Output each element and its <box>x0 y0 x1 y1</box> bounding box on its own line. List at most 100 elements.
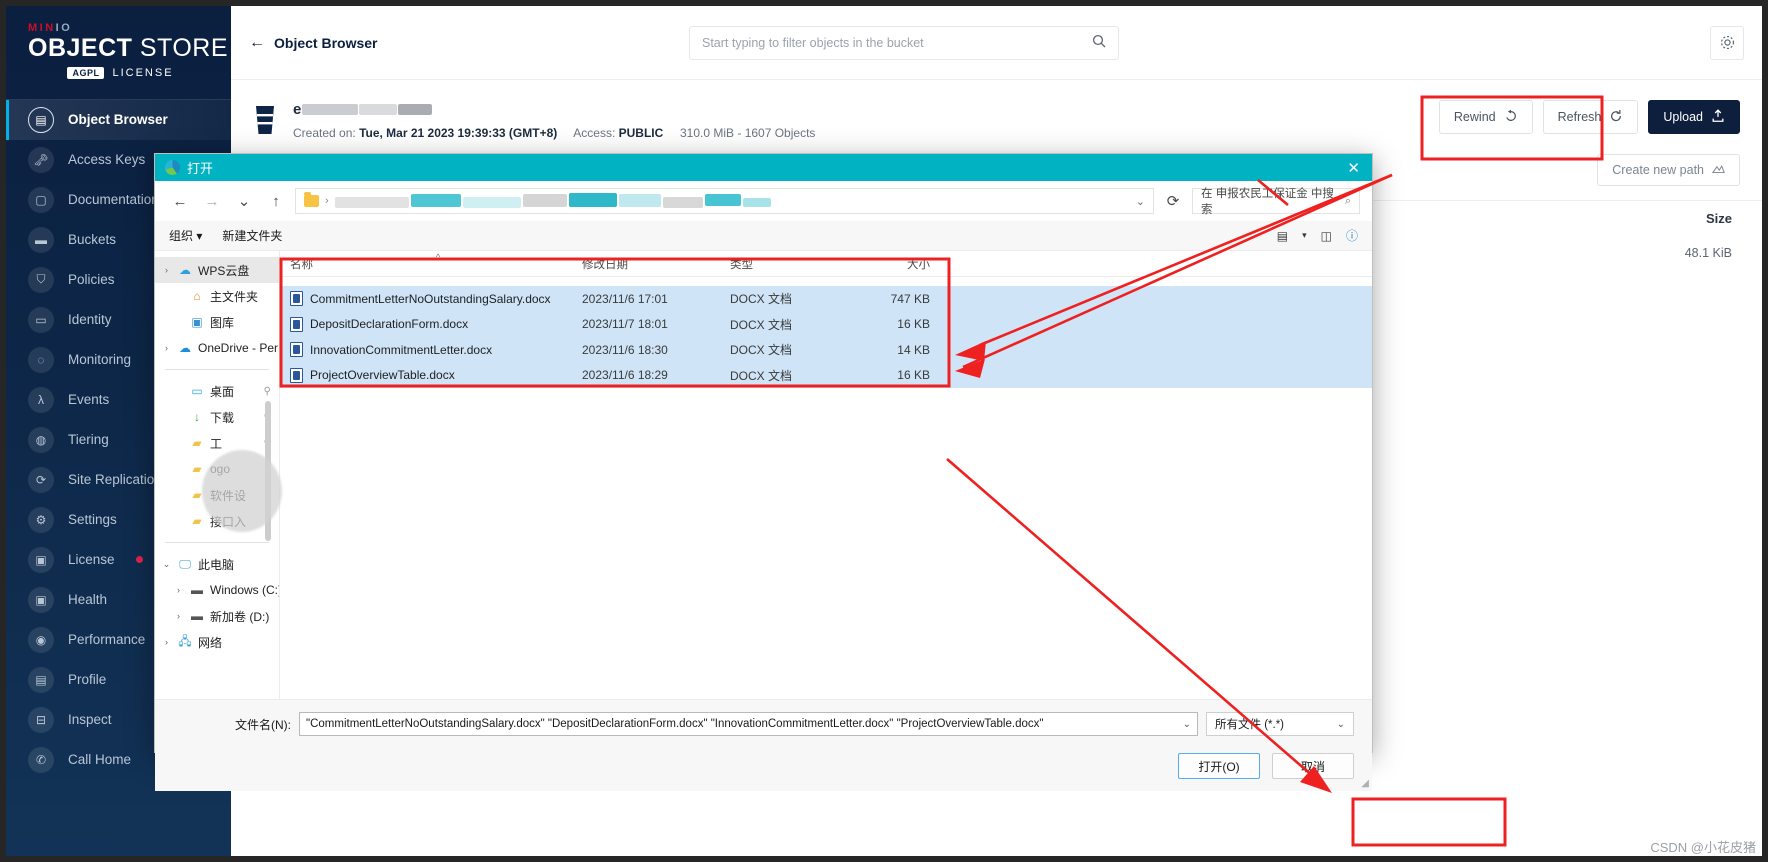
nav-up-button[interactable]: ↑ <box>263 188 289 214</box>
column-header-type[interactable]: 类型 <box>720 256 832 272</box>
tree-expander-icon[interactable]: › <box>173 611 184 621</box>
tree-expander-icon[interactable]: › <box>161 265 172 275</box>
file-date: 2023/11/6 18:30 <box>582 342 668 357</box>
preview-pane-icon[interactable]: ◫ <box>1321 229 1332 243</box>
tree-item-2[interactable]: ▣ 图库 <box>155 309 279 335</box>
network-icon: 🖧 <box>178 633 192 648</box>
sidebar-item-label: Inspect <box>68 712 112 727</box>
column-header-name[interactable]: 名称 <box>280 256 572 272</box>
tree-item-label: 下载 <box>210 410 235 425</box>
view-caret-icon[interactable]: ▾ <box>1302 230 1307 241</box>
filename-label: 文件名(N): <box>235 717 291 732</box>
sidebar-item-label: Buckets <box>68 232 117 247</box>
tree-expander-icon[interactable]: ⌄ <box>161 559 172 570</box>
column-header-date[interactable]: 修改日期 <box>572 256 720 272</box>
drive-icon: ▬ <box>191 609 203 623</box>
tree-item-14[interactable]: › ▬ 新加卷 (D:) <box>155 603 279 629</box>
new-folder-button[interactable]: 新建文件夹 <box>222 227 282 244</box>
created-on-label: Created on: <box>293 126 356 140</box>
sidebar-item-label: Monitoring <box>68 352 132 367</box>
tree-separator <box>165 369 269 370</box>
file-type-filter[interactable]: 所有文件 (*.*) ⌄ <box>1206 712 1354 736</box>
docx-file-icon <box>290 316 303 332</box>
resize-grip-icon[interactable]: ◢ <box>1361 778 1369 789</box>
column-header-size[interactable]: 大小 <box>832 256 942 272</box>
tree-item-label: 图库 <box>210 315 235 330</box>
file-name: InnovationCommitmentLetter.docx <box>310 342 493 357</box>
file-type: DOCX 文档 <box>730 368 793 383</box>
object-filter-input[interactable]: Start typing to filter objects in the bu… <box>689 25 1119 60</box>
sidebar-item-label: Profile <box>68 672 107 687</box>
file-size: 16 KB <box>897 368 930 383</box>
nav-back-button[interactable]: ← <box>167 188 193 214</box>
sidebar-item-label: Call Home <box>68 752 132 767</box>
tree-item-label: OneDrive - Per <box>198 341 279 355</box>
file-row[interactable]: InnovationCommitmentLetter.docx 2023/11/6… <box>280 337 1372 363</box>
tree-item-1[interactable]: ⌂ 主文件夹 <box>155 283 279 309</box>
file-date: 2023/11/6 18:29 <box>582 368 668 383</box>
tree-item-13[interactable]: › ▬ Windows (C:) <box>155 577 279 603</box>
address-bar[interactable]: › ⌄ <box>295 188 1154 214</box>
cancel-button[interactable]: 取消 <box>1272 753 1354 779</box>
license-alert-dot <box>135 556 143 563</box>
open-button[interactable]: 打开(O) <box>1178 753 1260 779</box>
bucket-meta: e Created on: Tue, Mar 21 2023 19:39:33 … <box>293 100 815 141</box>
file-size: 747 KB <box>890 291 930 306</box>
tree-item-3[interactable]: › ☁ OneDrive - Per <box>155 335 279 361</box>
bucket-icon: ▬ <box>28 226 54 253</box>
blur-smudge <box>202 450 282 532</box>
sidebar-item-object-browser[interactable]: ▤ Object Browser <box>6 99 231 140</box>
tree-item-label: 工 <box>210 436 223 451</box>
tree-item-label: Windows (C:) <box>210 583 280 597</box>
back-arrow-icon: ← <box>249 33 265 51</box>
license-icon: ▣ <box>28 546 54 573</box>
create-new-path-button[interactable]: Create new path <box>1597 154 1740 186</box>
refresh-button[interactable]: Refresh <box>1542 100 1639 134</box>
file-type: DOCX 文档 <box>730 292 793 307</box>
address-caret-icon[interactable]: ⌄ <box>1136 195 1145 208</box>
pin-icon[interactable]: ⚲ <box>264 386 271 397</box>
tree-item-7[interactable]: ▰工⚲ <box>155 430 279 456</box>
chevron-down-icon: ▾ <box>196 229 203 243</box>
license-badge: AGPL LICENSE <box>28 66 231 79</box>
wps-cloud-icon: ☁ <box>179 263 191 277</box>
tree-item-label: 新加卷 (D:) <box>210 609 270 624</box>
profile-icon: ▤ <box>28 666 54 693</box>
tree-item-15[interactable]: › 🖧 网络 <box>155 629 279 655</box>
tree-item-12[interactable]: ⌄ 🖵 此电脑 <box>155 551 279 577</box>
key-icon: 🗝 <box>28 146 54 173</box>
object-browser-icon: ▤ <box>28 106 54 133</box>
gear-icon[interactable] <box>1710 25 1744 60</box>
filename-caret-icon[interactable]: ⌄ <box>1177 719 1191 730</box>
file-row[interactable]: ProjectOverviewTable.docx 2023/11/6 18:29… <box>280 362 1372 388</box>
sidebar-item-label: Health <box>68 592 108 607</box>
tree-expander-icon[interactable]: › <box>173 585 184 595</box>
tree-item-label: 主文件夹 <box>210 289 259 304</box>
health-icon: ▣ <box>28 586 54 613</box>
tree-item-0[interactable]: › ☁ WPS云盘 <box>155 257 279 283</box>
nav-history-button[interactable]: ⌄ <box>231 188 257 214</box>
license-word: LICENSE <box>112 66 174 79</box>
list-view-icon[interactable]: ▤ <box>1277 229 1288 243</box>
monitoring-icon: ◌ <box>28 346 54 373</box>
file-size: 16 KB <box>897 317 930 332</box>
help-icon[interactable]: ⓘ <box>1346 227 1358 244</box>
filename-input[interactable]: "CommitmentLetterNoOutstandingSalary.doc… <box>299 712 1198 736</box>
file-row[interactable]: DepositDeclarationForm.docx 2023/11/7 18:… <box>280 311 1372 337</box>
file-row[interactable]: CommitmentLetterNoOutstandingSalary.docx… <box>280 286 1372 312</box>
folder-icon <box>304 192 319 207</box>
tree-expander-icon[interactable]: › <box>161 343 172 353</box>
tree-expander-icon[interactable]: › <box>161 637 172 647</box>
nav-forward-button[interactable]: → <box>199 188 225 214</box>
file-name: DepositDeclarationForm.docx <box>310 317 469 332</box>
address-refresh-button[interactable]: ⟳ <box>1160 188 1186 214</box>
organize-menu[interactable]: 组织 ▾ <box>169 227 202 244</box>
dialog-search-input[interactable]: 在 申报农民工保证金 中搜索 ⌕ <box>1192 188 1360 216</box>
bucket-info-line: Created on: Tue, Mar 21 2023 19:39:33 (G… <box>293 126 815 140</box>
tree-item-6[interactable]: ↓下载⚲ <box>155 404 279 430</box>
rewind-button[interactable]: Rewind <box>1438 100 1533 134</box>
upload-button[interactable]: Upload <box>1648 100 1740 134</box>
tree-item-5[interactable]: ▭ 桌面 ⚲ <box>155 378 279 404</box>
back-to-object-browser[interactable]: ← Object Browser <box>249 34 689 52</box>
close-icon[interactable]: ✕ <box>1347 159 1360 177</box>
